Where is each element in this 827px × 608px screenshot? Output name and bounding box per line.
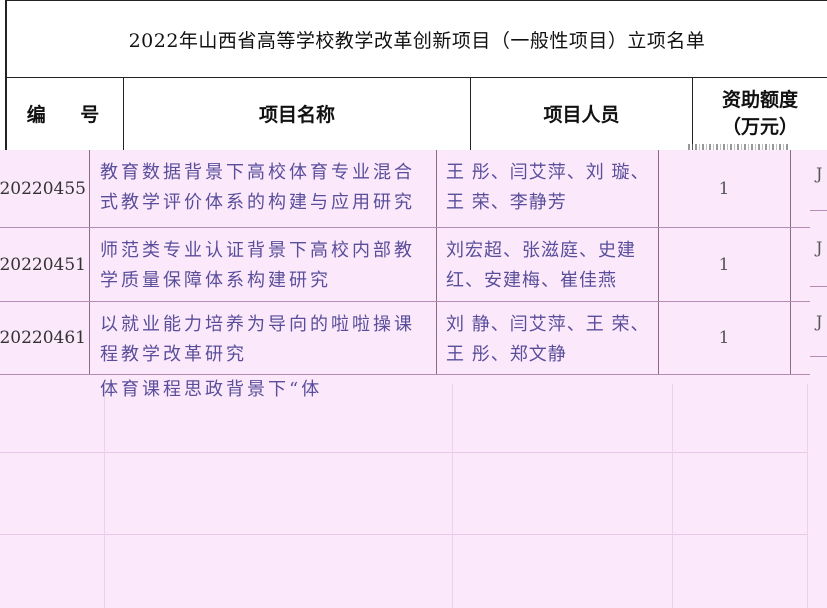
clipped-cell: J: [816, 312, 823, 331]
table-header: 2022年山西省高等学校教学改革创新项目（一般性项目）立项名单 编 号 项目名称…: [5, 0, 827, 150]
row-name-line: 式教学评价体系的构建与应用研究: [100, 192, 415, 213]
table-row: 20220451 师范类专业认证背景下高校内部教 学质量保障体系构建研究 刘宏超…: [0, 228, 820, 302]
fund-header-line2: （万元）: [721, 115, 798, 138]
row-project-name: 以就业能力培养为导向的啦啦操课 程教学改革研究: [100, 310, 430, 370]
row-id: 20220461: [0, 328, 86, 348]
row-name-line: 程教学改革研究: [100, 344, 247, 365]
row-person-line: 刘 静、闫艾萍、王 荣、: [446, 314, 650, 335]
fund-header-line1: 资助额度: [721, 88, 798, 111]
row-name-line: 师范类专业认证背景下高校内部教: [100, 240, 415, 261]
row-name-line: 教育数据背景下高校体育专业混合: [100, 162, 415, 183]
row-fund: 1: [718, 178, 730, 199]
row-project-name: 师范类专业认证背景下高校内部教 学质量保障体系构建研究: [100, 236, 430, 296]
faded-table-area: [0, 384, 810, 608]
clipped-column: J J J: [810, 150, 827, 384]
row-id: 20220455: [0, 178, 86, 199]
table-body: 20220455 教育数据背景下高校体育专业混合 式教学评价体系的构建与应用研究…: [0, 150, 827, 608]
row-project-name: 教育数据背景下高校体育专业混合 式教学评价体系的构建与应用研究: [100, 158, 430, 218]
row-person-line: 王 彤、郑文静: [446, 344, 567, 365]
row-project-members: 刘宏超、张滋庭、史建 红、安建梅、崔佳燕: [446, 236, 656, 296]
column-header-person: 项目人员: [543, 104, 620, 126]
partial-row-text: 体育课程思政背景下“体: [100, 379, 400, 401]
row-name-line: 以就业能力培养为导向的啦啦操课: [100, 314, 415, 335]
document-title: 2022年山西省高等学校教学改革创新项目（一般性项目）立项名单: [7, 0, 827, 78]
clipped-cell: J: [816, 238, 823, 257]
row-person-line: 刘宏超、张滋庭、史建: [446, 240, 636, 261]
row-fund: 1: [718, 254, 730, 275]
column-header-id: 编 号: [26, 104, 114, 126]
row-project-members: 王 彤、闫艾萍、刘 璇、 王 荣、李静芳: [446, 158, 656, 218]
clipped-cell: J: [816, 164, 823, 183]
row-person-line: 王 荣、李静芳: [446, 192, 567, 213]
row-person-line: 红、安建梅、崔佳燕: [446, 270, 617, 291]
row-fund: 1: [718, 328, 730, 348]
document-page: 2022年山西省高等学校教学改革创新项目（一般性项目）立项名单 编 号 项目名称…: [0, 0, 827, 608]
row-id: 20220451: [0, 254, 86, 275]
table-row: 20220455 教育数据背景下高校体育专业混合 式教学评价体系的构建与应用研究…: [0, 150, 820, 228]
column-header-name: 项目名称: [258, 104, 335, 126]
row-person-line: 王 彤、闫艾萍、刘 璇、: [446, 162, 650, 183]
column-header-fund: 资助额度 （万元）: [693, 77, 827, 150]
row-name-line: 学质量保障体系构建研究: [100, 270, 331, 291]
row-project-members: 刘 静、闫艾萍、王 荣、 王 彤、郑文静: [446, 310, 656, 370]
table-row: 20220461 以就业能力培养为导向的啦啦操课 程教学改革研究 刘 静、闫艾萍…: [0, 302, 820, 375]
